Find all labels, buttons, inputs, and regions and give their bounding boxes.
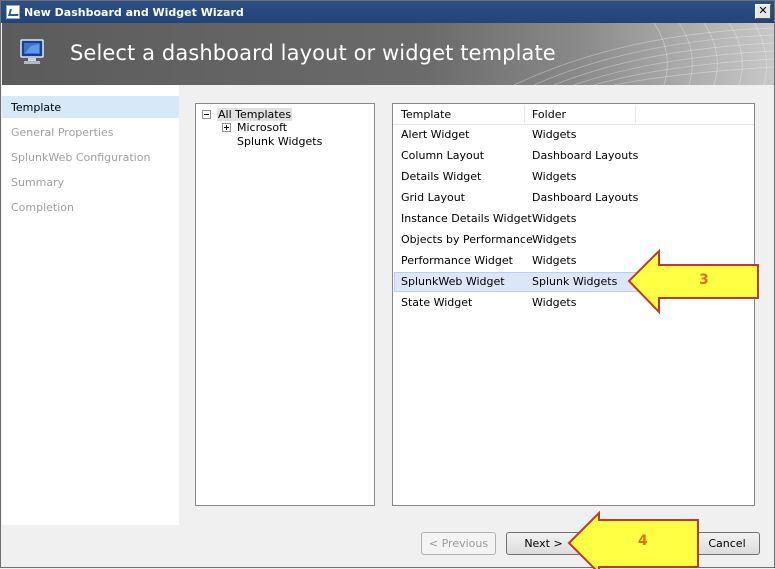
folder-cell: Dashboard Layouts <box>532 191 639 204</box>
step-summary[interactable]: Summary <box>2 171 179 193</box>
folder-cell: Widgets <box>532 170 577 183</box>
list-row[interactable]: Grid Layout Dashboard Layouts <box>394 188 753 208</box>
template-cell: Objects by Performance <box>401 233 533 246</box>
annotation-number-4: 4 <box>638 533 648 549</box>
header-banner: Select a dashboard layout or widget temp… <box>2 23 774 85</box>
template-cell: Instance Details Widget <box>401 212 532 225</box>
monitor-icon <box>20 39 44 64</box>
step-general-properties[interactable]: General Properties <box>2 121 179 143</box>
tree-node-microsoft[interactable]: Microsoft <box>222 120 287 134</box>
tree-label[interactable]: All Templates <box>217 107 293 121</box>
folder-cell: Widgets <box>532 212 577 225</box>
annotation-number-3: 3 <box>699 272 709 288</box>
template-cell: Alert Widget <box>401 128 470 141</box>
wizard-icon <box>6 5 20 19</box>
list-row[interactable]: Objects by Performance Widgets <box>394 230 753 250</box>
template-cell: State Widget <box>401 296 473 309</box>
step-splunkweb-configuration[interactable]: SplunkWeb Configuration <box>2 146 179 168</box>
list-row[interactable]: Instance Details Widget Widgets <box>394 209 753 229</box>
template-cell: Details Widget <box>401 170 482 183</box>
list-header: Template Folder <box>393 104 754 125</box>
list-row[interactable]: Column Layout Dashboard Layouts <box>394 146 753 166</box>
folder-cell: Widgets <box>532 254 577 267</box>
step-completion[interactable]: Completion <box>2 196 179 218</box>
column-header-folder[interactable]: Folder <box>524 104 574 125</box>
folder-cell: Widgets <box>532 128 577 141</box>
template-cell: Grid Layout <box>401 191 465 204</box>
window-title: New Dashboard and Widget Wizard <box>24 5 244 19</box>
list-row[interactable]: Alert Widget Widgets <box>394 125 753 145</box>
annotation-arrow-3 <box>627 248 759 315</box>
template-cell: Column Layout <box>401 149 485 162</box>
folder-cell: Dashboard Layouts <box>532 149 639 162</box>
template-folder-tree[interactable]: All Templates Microsoft Splunk Widgets <box>195 103 375 506</box>
wizard-window: New Dashboard and Widget Wizard ✕ Select… <box>0 0 775 569</box>
column-divider[interactable] <box>635 106 636 123</box>
tree-label[interactable]: Splunk Widgets <box>237 135 322 148</box>
tree-node-all-templates[interactable]: All Templates <box>202 107 293 121</box>
wizard-steps: Template General Properties SplunkWeb Co… <box>2 85 179 525</box>
expand-icon[interactable] <box>222 122 231 132</box>
list-row[interactable]: Details Widget Widgets <box>394 167 753 187</box>
step-template[interactable]: Template <box>2 96 179 118</box>
tree-label[interactable]: Microsoft <box>237 121 287 134</box>
close-button[interactable]: ✕ <box>755 4 771 19</box>
folder-cell: Splunk Widgets <box>532 275 618 288</box>
tree-node-splunk-widgets[interactable]: Splunk Widgets <box>237 134 322 148</box>
page-title: Select a dashboard layout or widget temp… <box>70 41 556 65</box>
annotation-arrow-4 <box>567 511 699 569</box>
title-bar: New Dashboard and Widget Wizard ✕ <box>1 1 774 23</box>
previous-button[interactable]: < Previous <box>421 532 496 555</box>
folder-cell: Widgets <box>532 233 577 246</box>
template-cell: Performance Widget <box>401 254 513 267</box>
collapse-icon[interactable] <box>202 109 211 119</box>
folder-cell: Widgets <box>532 296 577 309</box>
column-header-template[interactable]: Template <box>393 104 459 125</box>
template-cell: SplunkWeb Widget <box>401 275 505 288</box>
